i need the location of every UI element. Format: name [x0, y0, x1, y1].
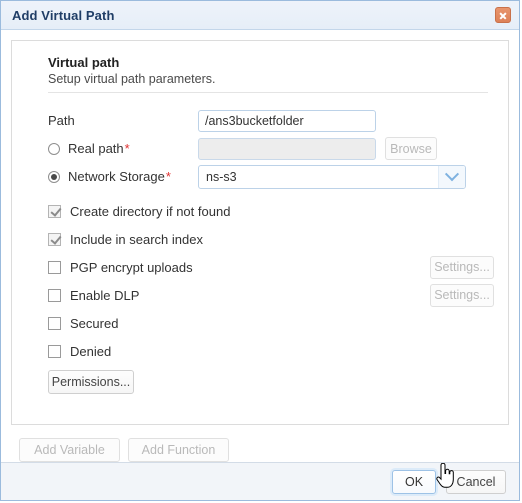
network-storage-label: Network Storage: [68, 169, 165, 184]
add-variable-button[interactable]: Add Variable: [19, 438, 120, 462]
permissions-button[interactable]: Permissions...: [48, 370, 134, 394]
network-storage-select[interactable]: ns-s3: [198, 164, 466, 189]
enable-dlp-label: Enable DLP: [70, 287, 140, 303]
add-virtual-path-dialog: Add Virtual Path Virtual path Setup virt…: [0, 0, 520, 501]
chevron-down-icon[interactable]: [438, 165, 465, 188]
options-list: Create directory if not found Include in…: [48, 198, 494, 394]
path-input[interactable]: [198, 109, 376, 132]
option-denied[interactable]: Denied: [48, 338, 490, 364]
ok-button[interactable]: OK: [392, 469, 436, 494]
real-path-label: Real path: [68, 141, 124, 156]
virtual-path-panel: Virtual path Setup virtual path paramete…: [11, 40, 509, 425]
secured-label: Secured: [70, 315, 119, 331]
search-index-label: Include in search index: [70, 231, 203, 247]
create-directory-checkbox[interactable]: [48, 204, 61, 218]
enable-dlp-checkbox[interactable]: [48, 288, 61, 302]
dialog-body: Virtual path Setup virtual path paramete…: [1, 30, 519, 462]
dialog-titlebar: Add Virtual Path: [1, 1, 519, 30]
real-path-label-group: Real path *: [48, 141, 198, 156]
browse-button[interactable]: Browse: [385, 137, 437, 160]
network-storage-value: ns-s3: [206, 169, 237, 184]
variable-function-actions: Add Variable Add Function: [19, 438, 509, 462]
permissions-row: Permissions...: [48, 370, 490, 394]
option-secured[interactable]: Secured: [48, 310, 490, 336]
real-path-row: Real path * Browse: [48, 135, 490, 162]
dialog-title: Add Virtual Path: [12, 7, 115, 23]
network-storage-required-mark: *: [165, 169, 171, 184]
panel-heading: Virtual path: [48, 55, 120, 70]
virtual-path-form: Path Real path* Browse Networ: [48, 107, 494, 394]
network-storage-radio[interactable]: [48, 170, 60, 183]
path-label: Path: [48, 113, 75, 128]
denied-label: Denied: [70, 343, 112, 359]
create-directory-label: Create directory if not found: [70, 203, 231, 219]
close-icon[interactable]: [495, 7, 511, 23]
real-path-required-mark: *: [124, 141, 130, 156]
network-storage-label-group: Network Storage *: [48, 169, 198, 184]
pgp-encrypt-checkbox[interactable]: [48, 260, 61, 274]
path-row: Path: [48, 107, 490, 134]
panel-header: Virtual path Setup virtual path paramete…: [48, 55, 488, 93]
dialog-footer: OK Cancel: [1, 462, 519, 500]
secured-checkbox[interactable]: [48, 316, 61, 330]
option-create-directory[interactable]: Create directory if not found: [48, 198, 490, 224]
denied-checkbox[interactable]: [48, 344, 61, 358]
cancel-button[interactable]: Cancel: [446, 469, 506, 494]
search-index-checkbox[interactable]: [48, 232, 61, 246]
option-search-index[interactable]: Include in search index: [48, 226, 490, 252]
option-enable-dlp[interactable]: Enable DLP Settings...: [48, 282, 494, 308]
pgp-settings-button[interactable]: Settings...: [430, 255, 494, 279]
pgp-encrypt-label: PGP encrypt uploads: [70, 259, 193, 275]
real-path-input[interactable]: [198, 137, 376, 160]
dlp-settings-button[interactable]: Settings...: [430, 283, 494, 307]
panel-subheading: Setup virtual path parameters.: [48, 72, 216, 86]
real-path-radio[interactable]: [48, 142, 60, 155]
network-storage-row: Network Storage * ns-s3: [48, 163, 490, 190]
option-pgp-encrypt[interactable]: PGP encrypt uploads Settings...: [48, 254, 494, 280]
add-function-button[interactable]: Add Function: [128, 438, 229, 462]
